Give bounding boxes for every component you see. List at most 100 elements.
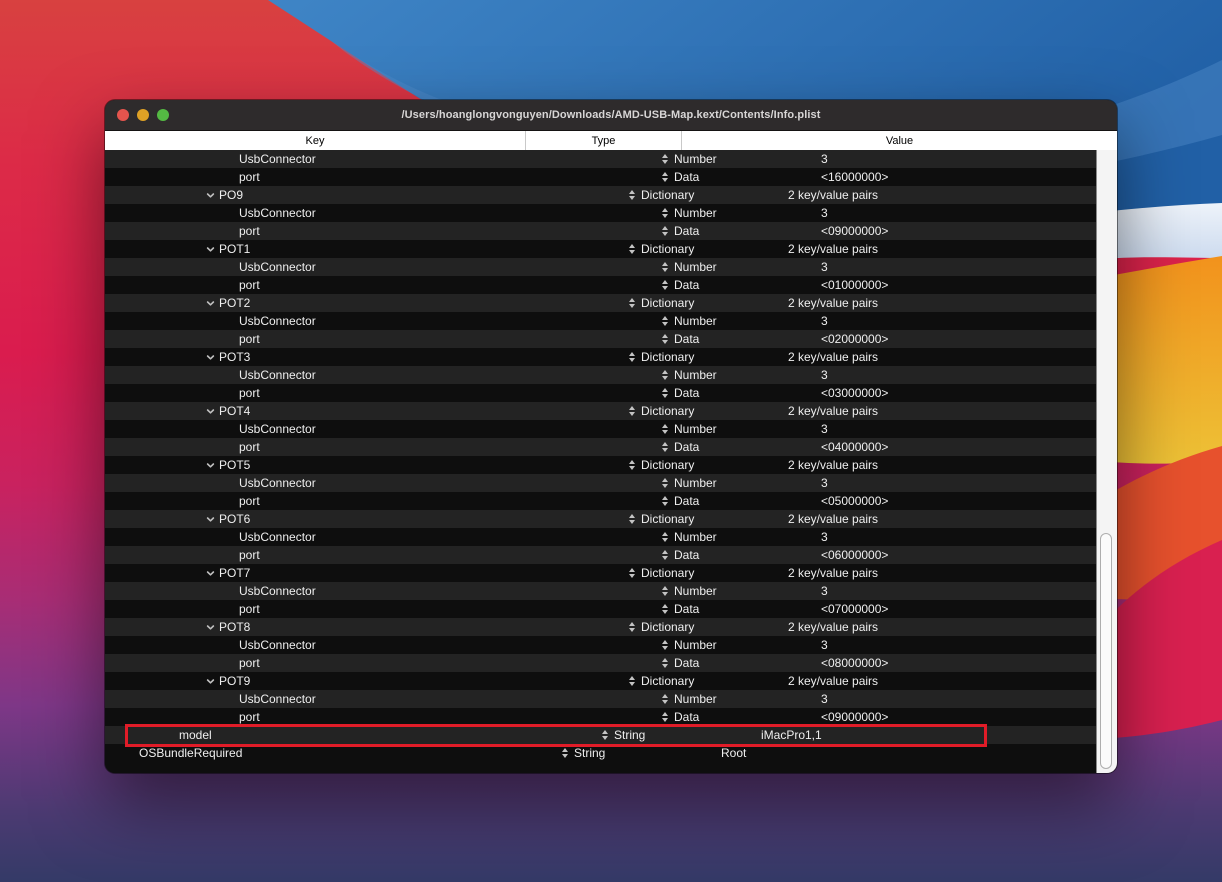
row-type-cell[interactable]: Dictionary: [626, 242, 783, 256]
type-stepper-icon[interactable]: [628, 406, 635, 416]
type-stepper-icon[interactable]: [628, 622, 635, 632]
row-value-label[interactable]: 3: [816, 368, 1097, 382]
type-stepper-icon[interactable]: [628, 352, 635, 362]
row-type-cell[interactable]: Number: [659, 314, 816, 328]
type-stepper-icon[interactable]: [661, 262, 668, 272]
table-row[interactable]: UsbConnector Number 3: [105, 636, 1097, 654]
row-value-label[interactable]: <01000000>: [816, 278, 1097, 292]
type-stepper-icon[interactable]: [661, 370, 668, 380]
row-type-cell[interactable]: Number: [659, 368, 816, 382]
table-row[interactable]: port Data <08000000>: [105, 654, 1097, 672]
row-value-label[interactable]: 3: [816, 584, 1097, 598]
table-row[interactable]: model String iMacPro1,1: [105, 726, 1097, 744]
window-titlebar[interactable]: /Users/hoanglongvonguyen/Downloads/AMD-U…: [105, 100, 1117, 131]
type-stepper-icon[interactable]: [628, 676, 635, 686]
row-type-cell[interactable]: Number: [659, 260, 816, 274]
type-stepper-icon[interactable]: [661, 154, 668, 164]
table-row[interactable]: UsbConnector Number 3: [105, 690, 1097, 708]
minimize-button[interactable]: [137, 109, 149, 121]
row-type-cell[interactable]: Dictionary: [626, 674, 783, 688]
table-row[interactable]: OSBundleRequired String Root: [105, 744, 1097, 762]
table-row[interactable]: UsbConnector Number 3: [105, 204, 1097, 222]
row-value-label[interactable]: 3: [816, 152, 1097, 166]
table-row[interactable]: POT4 Dictionary 2 key/value pairs: [105, 402, 1097, 420]
type-stepper-icon[interactable]: [661, 550, 668, 560]
vertical-scrollbar-thumb[interactable]: [1100, 533, 1112, 769]
table-row[interactable]: UsbConnector Number 3: [105, 258, 1097, 276]
table-row[interactable]: UsbConnector Number 3: [105, 420, 1097, 438]
type-stepper-icon[interactable]: [661, 424, 668, 434]
type-stepper-icon[interactable]: [601, 730, 608, 740]
type-stepper-icon[interactable]: [661, 280, 668, 290]
table-row[interactable]: POT7 Dictionary 2 key/value pairs: [105, 564, 1097, 582]
table-row[interactable]: UsbConnector Number 3: [105, 366, 1097, 384]
table-row[interactable]: port Data <07000000>: [105, 600, 1097, 618]
table-row[interactable]: POT2 Dictionary 2 key/value pairs: [105, 294, 1097, 312]
row-type-cell[interactable]: Number: [659, 206, 816, 220]
row-type-cell[interactable]: Data: [659, 710, 816, 724]
column-header-key[interactable]: Key: [105, 131, 526, 150]
row-type-cell[interactable]: Data: [659, 494, 816, 508]
row-type-cell[interactable]: Data: [659, 440, 816, 454]
row-value-label[interactable]: 2 key/value pairs: [783, 674, 1097, 688]
type-stepper-icon[interactable]: [561, 748, 568, 758]
row-type-cell[interactable]: Dictionary: [626, 188, 783, 202]
row-type-cell[interactable]: Dictionary: [626, 296, 783, 310]
disclosure-chevron-icon[interactable]: [206, 191, 215, 200]
table-row[interactable]: port Data <01000000>: [105, 276, 1097, 294]
disclosure-chevron-icon[interactable]: [206, 353, 215, 362]
row-value-label[interactable]: <09000000>: [816, 224, 1097, 238]
table-row[interactable]: UsbConnector Number 3: [105, 150, 1097, 168]
table-row[interactable]: port Data <06000000>: [105, 546, 1097, 564]
row-type-cell[interactable]: Number: [659, 584, 816, 598]
row-value-label[interactable]: <06000000>: [816, 548, 1097, 562]
row-value-label[interactable]: 2 key/value pairs: [783, 566, 1097, 580]
type-stepper-icon[interactable]: [661, 604, 668, 614]
table-row[interactable]: port Data <16000000>: [105, 168, 1097, 186]
row-type-cell[interactable]: Data: [659, 656, 816, 670]
row-value-label[interactable]: 2 key/value pairs: [783, 458, 1097, 472]
row-value-label[interactable]: <16000000>: [816, 170, 1097, 184]
row-value-label[interactable]: 2 key/value pairs: [783, 512, 1097, 526]
row-value-label[interactable]: 3: [816, 206, 1097, 220]
row-type-cell[interactable]: Dictionary: [626, 620, 783, 634]
table-row[interactable]: POT1 Dictionary 2 key/value pairs: [105, 240, 1097, 258]
row-type-cell[interactable]: Dictionary: [626, 458, 783, 472]
row-type-cell[interactable]: Number: [659, 152, 816, 166]
row-type-cell[interactable]: Data: [659, 548, 816, 562]
table-row[interactable]: POT8 Dictionary 2 key/value pairs: [105, 618, 1097, 636]
row-value-label[interactable]: 3: [816, 638, 1097, 652]
table-row[interactable]: PO9 Dictionary 2 key/value pairs: [105, 186, 1097, 204]
type-stepper-icon[interactable]: [628, 460, 635, 470]
type-stepper-icon[interactable]: [661, 496, 668, 506]
row-value-label[interactable]: 3: [816, 314, 1097, 328]
row-value-label[interactable]: <05000000>: [816, 494, 1097, 508]
row-value-label[interactable]: <08000000>: [816, 656, 1097, 670]
type-stepper-icon[interactable]: [661, 712, 668, 722]
table-row[interactable]: POT9 Dictionary 2 key/value pairs: [105, 672, 1097, 690]
row-value-label[interactable]: 3: [816, 422, 1097, 436]
row-type-cell[interactable]: Number: [659, 692, 816, 706]
type-stepper-icon[interactable]: [661, 532, 668, 542]
type-stepper-icon[interactable]: [661, 334, 668, 344]
row-type-cell[interactable]: Data: [659, 170, 816, 184]
type-stepper-icon[interactable]: [661, 442, 668, 452]
row-type-cell[interactable]: Data: [659, 386, 816, 400]
row-value-label[interactable]: 3: [816, 530, 1097, 544]
table-row[interactable]: POT5 Dictionary 2 key/value pairs: [105, 456, 1097, 474]
row-value-label[interactable]: <07000000>: [816, 602, 1097, 616]
vertical-scrollbar-track[interactable]: [1096, 150, 1117, 773]
row-type-cell[interactable]: Dictionary: [626, 404, 783, 418]
row-value-label[interactable]: 2 key/value pairs: [783, 404, 1097, 418]
row-type-cell[interactable]: Data: [659, 278, 816, 292]
table-row[interactable]: port Data <09000000>: [105, 222, 1097, 240]
disclosure-chevron-icon[interactable]: [206, 245, 215, 254]
table-row[interactable]: port Data <05000000>: [105, 492, 1097, 510]
row-value-label[interactable]: 3: [816, 692, 1097, 706]
row-value-label[interactable]: 2 key/value pairs: [783, 350, 1097, 364]
disclosure-chevron-icon[interactable]: [206, 677, 215, 686]
table-row[interactable]: port Data <02000000>: [105, 330, 1097, 348]
type-stepper-icon[interactable]: [661, 586, 668, 596]
disclosure-chevron-icon[interactable]: [206, 461, 215, 470]
disclosure-chevron-icon[interactable]: [206, 515, 215, 524]
